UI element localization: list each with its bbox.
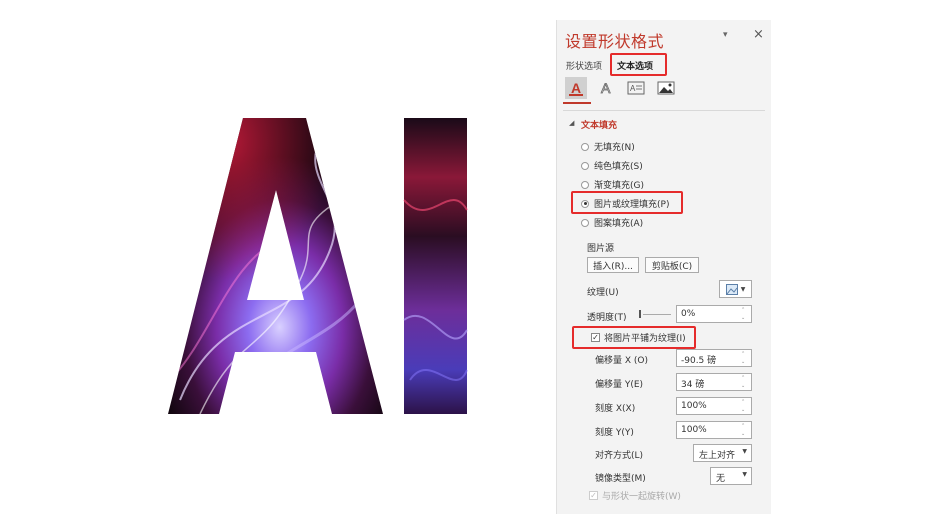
dropdown-value: 左上对齐 (699, 451, 736, 461)
chevron-down-icon: ▼ (740, 285, 746, 293)
offset-x-spinbox[interactable]: -90.5 磅 ⌃ ⌄ (676, 349, 752, 367)
spin-value: 0% (681, 309, 696, 319)
radio-label: 渐变填充(G) (594, 181, 644, 191)
spin-arrows[interactable]: ⌃ ⌄ (741, 398, 748, 414)
spin-arrows[interactable]: ⌃ ⌄ (741, 350, 748, 366)
selected-icon-indicator (563, 102, 591, 104)
picture-icon[interactable] (655, 77, 677, 99)
mirror-type-dropdown[interactable]: 无 ▼ (710, 467, 752, 485)
transparency-slider[interactable] (639, 309, 671, 321)
spin-value: 100% (681, 425, 707, 435)
format-shape-pane: 设置形状格式 ▾ × 形状选项 文本选项 A A A ◢ 文本填充 无填充(N)… (556, 20, 771, 514)
checkbox-label: 将图片平铺为纹理(I) (604, 334, 686, 344)
textbox-icon[interactable]: A (625, 77, 647, 99)
dropdown-value: 无 (716, 474, 726, 484)
radio-label: 图片或纹理填充(P) (594, 200, 670, 210)
slider-track (643, 314, 671, 315)
scale-y-spinbox[interactable]: 100% ⌃ ⌄ (676, 421, 752, 439)
spin-arrows[interactable]: ⌃ ⌄ (741, 306, 748, 322)
checkbox-checked-icon: ✓ (589, 491, 598, 500)
radio-circle (581, 218, 589, 227)
alignment-label: 对齐方式(L) (595, 451, 644, 461)
rotate-with-shape-checkbox[interactable]: ✓ 与形状一起旋转(W) (589, 489, 681, 502)
offset-x-label: 偏移量 X (O) (595, 356, 648, 366)
section-title-text-fill[interactable]: 文本填充 (581, 118, 617, 131)
tab-text-options[interactable]: 文本选项 (614, 57, 656, 74)
radio-label: 无填充(N) (594, 143, 635, 153)
divider (563, 110, 765, 111)
spin-up-icon[interactable]: ⌃ (741, 422, 748, 430)
letter-a (168, 118, 383, 414)
spin-up-icon[interactable]: ⌃ (741, 374, 748, 382)
checkbox-checked-icon: ✓ (591, 333, 600, 342)
spin-up-icon[interactable]: ⌃ (741, 398, 748, 406)
scale-x-spinbox[interactable]: 100% ⌃ ⌄ (676, 397, 752, 415)
scale-y-label: 刻度 Y(Y) (595, 428, 634, 438)
spin-down-icon[interactable]: ⌄ (741, 406, 748, 414)
radio-label: 图案填充(A) (594, 219, 644, 229)
radio-pattern-fill[interactable]: 图案填充(A) (581, 216, 643, 229)
radio-no-fill[interactable]: 无填充(N) (581, 140, 635, 153)
pane-options-chevron-icon[interactable]: ▾ (723, 30, 728, 40)
ai-letters-artwork[interactable] (0, 0, 555, 524)
text-fill-outline-icon[interactable]: A (565, 77, 587, 99)
radio-circle (581, 161, 589, 170)
spin-down-icon[interactable]: ⌄ (741, 358, 748, 366)
tab-shape-options[interactable]: 形状选项 (563, 57, 605, 74)
radio-picture-texture-fill[interactable]: 图片或纹理填充(P) (581, 197, 669, 210)
spin-arrows[interactable]: ⌃ ⌄ (741, 422, 748, 438)
transparency-label: 透明度(T) (587, 313, 627, 323)
spin-down-icon[interactable]: ⌄ (741, 382, 748, 390)
texture-label: 纹理(U) (587, 288, 619, 298)
spin-up-icon[interactable]: ⌃ (741, 306, 748, 314)
svg-text:A: A (630, 84, 636, 93)
texture-swatch-icon (725, 283, 738, 295)
letter-i (403, 118, 468, 414)
slide-canvas (0, 0, 555, 524)
svg-text:A: A (601, 80, 611, 96)
tile-picture-checkbox[interactable]: ✓ 将图片平铺为纹理(I) (591, 331, 686, 344)
texture-dropdown[interactable]: ▼ (719, 280, 752, 298)
spin-down-icon[interactable]: ⌄ (741, 430, 748, 438)
alignment-dropdown[interactable]: 左上对齐 ▼ (693, 444, 752, 462)
radio-label: 纯色填充(S) (594, 162, 643, 172)
spin-arrows[interactable]: ⌃ ⌄ (741, 374, 748, 390)
spin-value: -90.5 磅 (681, 356, 717, 366)
mirror-type-label: 镜像类型(M) (595, 474, 646, 484)
radio-gradient-fill[interactable]: 渐变填充(G) (581, 178, 644, 191)
spin-value: 34 磅 (681, 380, 705, 390)
scale-x-label: 刻度 X(X) (595, 404, 636, 414)
checkbox-label: 与形状一起旋转(W) (602, 492, 681, 502)
offset-y-spinbox[interactable]: 34 磅 ⌃ ⌄ (676, 373, 752, 391)
insert-button[interactable]: 插入(R)... (587, 257, 639, 273)
svg-text:A: A (571, 80, 581, 96)
close-icon[interactable]: × (753, 27, 764, 42)
spin-value: 100% (681, 401, 707, 411)
radio-circle (581, 180, 589, 189)
clipboard-button[interactable]: 剪贴板(C) (645, 257, 699, 273)
chevron-down-icon: ▼ (742, 448, 747, 455)
text-effects-icon[interactable]: A (595, 77, 617, 99)
slider-thumb[interactable] (639, 310, 641, 318)
offset-y-label: 偏移量 Y(E) (595, 380, 644, 390)
radio-solid-fill[interactable]: 纯色填充(S) (581, 159, 643, 172)
transparency-spinbox[interactable]: 0% ⌃ ⌄ (676, 305, 752, 323)
radio-circle (581, 142, 589, 151)
spin-up-icon[interactable]: ⌃ (741, 350, 748, 358)
pane-title: 设置形状格式 (565, 32, 665, 51)
radio-circle-checked (581, 199, 589, 208)
picture-source-label: 图片源 (587, 244, 615, 254)
chevron-down-icon: ▼ (742, 471, 747, 478)
collapse-caret-icon[interactable]: ◢ (569, 119, 574, 127)
spin-down-icon[interactable]: ⌄ (741, 314, 748, 322)
